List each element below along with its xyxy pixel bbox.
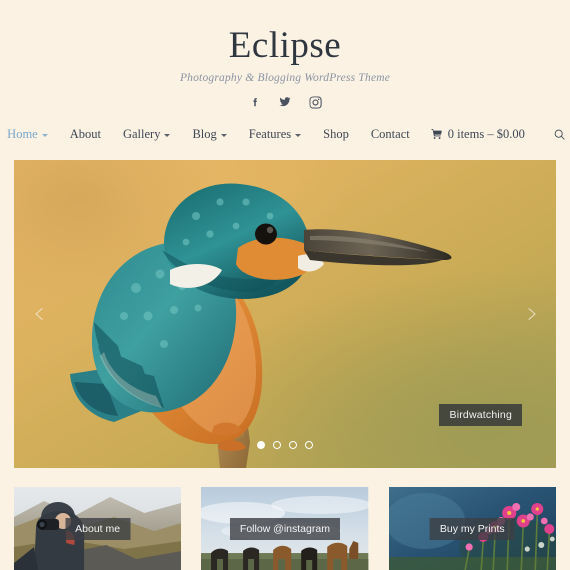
slider-dot-3[interactable] bbox=[289, 441, 297, 449]
slider-next-arrow[interactable] bbox=[518, 294, 544, 334]
slider-dot-2[interactable] bbox=[273, 441, 281, 449]
nav-item-blog[interactable]: Blog bbox=[181, 123, 237, 146]
cart-icon bbox=[431, 128, 443, 140]
hero-caption-badge[interactable]: Birdwatching bbox=[439, 404, 522, 426]
nav-item-gallery[interactable]: Gallery bbox=[112, 123, 181, 146]
nav-item-about[interactable]: About bbox=[59, 123, 112, 146]
promo-card-row: About me Follow @instagram Buy my Prints bbox=[14, 487, 556, 570]
hero-slider[interactable]: Birdwatching bbox=[14, 160, 556, 468]
twitter-icon[interactable] bbox=[278, 95, 293, 110]
site-title[interactable]: Eclipse bbox=[0, 25, 570, 67]
nav-item-label: Shop bbox=[323, 126, 349, 141]
instagram-icon[interactable] bbox=[308, 95, 323, 110]
slider-prev-arrow[interactable] bbox=[26, 294, 52, 334]
nav-item-label: Home bbox=[7, 126, 38, 141]
slider-dot-1[interactable] bbox=[257, 441, 265, 449]
nav-item-label: Blog bbox=[192, 126, 217, 141]
theme-preview-page: Eclipse Photography & Blogging WordPress… bbox=[0, 0, 570, 570]
cart-link[interactable]: 0 items – $0.00 bbox=[421, 123, 535, 146]
nav-item-shop[interactable]: Shop bbox=[312, 123, 360, 146]
chevron-down-icon bbox=[295, 133, 302, 137]
nav-item-home[interactable]: Home bbox=[0, 123, 59, 146]
slider-pagination bbox=[257, 441, 313, 449]
nav-item-features[interactable]: Features bbox=[238, 123, 312, 146]
site-tagline: Photography & Blogging WordPress Theme bbox=[179, 71, 391, 84]
promo-card-instagram[interactable]: Follow @instagram bbox=[201, 487, 369, 570]
facebook-icon[interactable] bbox=[248, 95, 263, 110]
nav-item-label: Contact bbox=[370, 126, 410, 141]
nav-item-label: Features bbox=[248, 126, 292, 141]
chevron-down-icon bbox=[220, 133, 227, 137]
card-label: Buy my Prints bbox=[429, 517, 515, 540]
nav-item-label: About bbox=[69, 126, 101, 141]
search-icon[interactable] bbox=[545, 124, 570, 145]
site-header: Eclipse Photography & Blogging WordPress… bbox=[0, 0, 570, 110]
slider-dot-4[interactable] bbox=[305, 441, 313, 449]
nav-item-label: Gallery bbox=[122, 126, 161, 141]
card-label: About me bbox=[65, 517, 131, 540]
chevron-down-icon bbox=[164, 133, 171, 137]
promo-card-prints[interactable]: Buy my Prints bbox=[388, 487, 556, 570]
nav-item-contact[interactable]: Contact bbox=[360, 123, 421, 146]
chevron-down-icon bbox=[41, 133, 48, 137]
card-label: Follow @instagram bbox=[229, 517, 340, 540]
promo-card-about-me[interactable]: About me bbox=[14, 487, 182, 570]
main-navigation: Home About Gallery Blog Features Shop Co… bbox=[0, 123, 570, 146]
social-links bbox=[0, 95, 570, 110]
cart-label: 0 items – $0.00 bbox=[447, 126, 525, 141]
